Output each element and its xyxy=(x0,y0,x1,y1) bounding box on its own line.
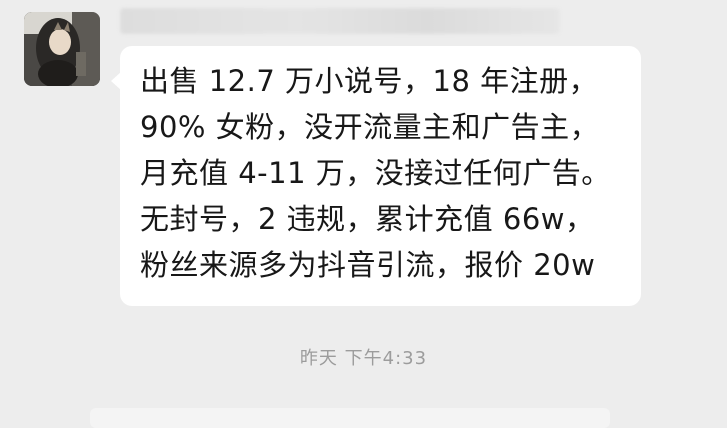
message-bubble[interactable]: 出售 12.7 万小说号，18 年注册， 90% 女粉，没开流量主和广告主， 月… xyxy=(111,46,641,306)
timestamp: 昨天 下午4:33 xyxy=(299,348,428,369)
message-line: 出售 12.7 万小说号，18 年注册， xyxy=(140,64,599,98)
avatar-photo xyxy=(24,12,100,86)
bubble-tail xyxy=(111,72,121,90)
next-message-edge xyxy=(90,408,610,428)
chat-area: 出售 12.7 万小说号，18 年注册， 90% 女粉，没开流量主和广告主， 月… xyxy=(0,0,727,428)
message-line: 90% 女粉，没开流量主和广告主， xyxy=(140,110,600,144)
message-line: 粉丝来源多为抖音引流，报价 20w xyxy=(140,248,596,282)
message-line: 月充值 4-11 万，没接过任何广告。 xyxy=(140,156,611,190)
avatar[interactable] xyxy=(24,12,100,86)
message-line: 无封号，2 违规，累计充值 66w， xyxy=(140,202,595,236)
message-row: 出售 12.7 万小说号，18 年注册， 90% 女粉，没开流量主和广告主， 月… xyxy=(0,0,727,320)
sender-name-blurred xyxy=(120,8,560,34)
